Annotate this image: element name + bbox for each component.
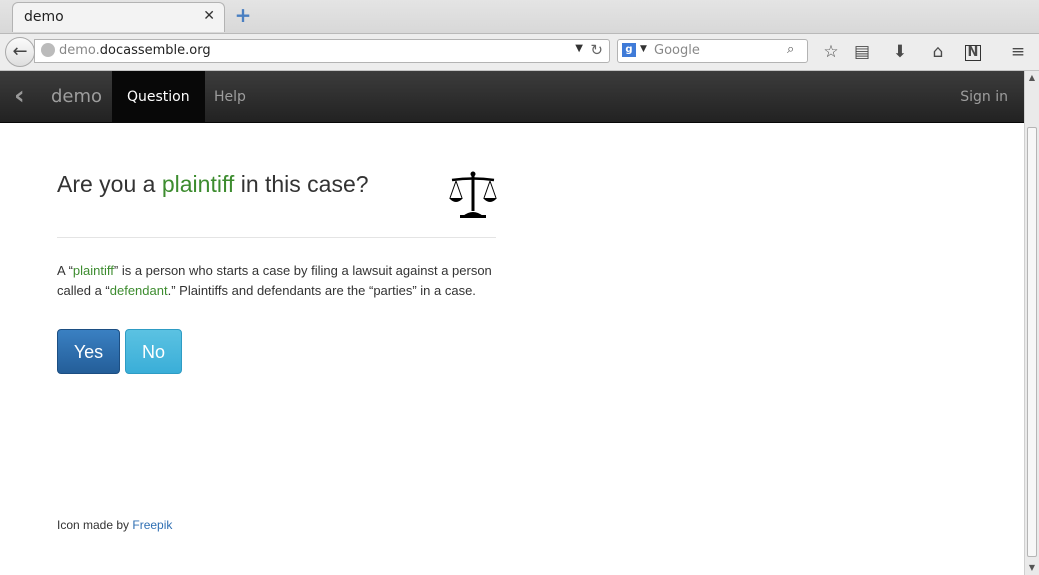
- yes-button[interactable]: Yes: [57, 329, 120, 374]
- browser-tab[interactable]: demo ✕: [12, 2, 225, 32]
- site-navbar: ‹ demo Question Help Sign in: [0, 71, 1024, 123]
- new-tab-icon[interactable]: +: [233, 4, 253, 26]
- home-icon[interactable]: ⌂: [927, 41, 949, 63]
- url-text: demo.docassemble.org: [59, 43, 211, 58]
- browser-toolbar: demo.docassemble.org ▼ ↻ ← g ▼ Google ⌕ …: [0, 34, 1039, 71]
- url-bar[interactable]: demo.docassemble.org ▼ ↻: [34, 39, 610, 63]
- tab-help[interactable]: Help: [199, 71, 261, 122]
- search-bar[interactable]: g ▼ Google ⌕: [617, 39, 808, 63]
- defendant-term-link[interactable]: defendant: [110, 283, 168, 298]
- bookmarks-list-icon[interactable]: ▤: [851, 41, 873, 63]
- reload-icon[interactable]: ↻: [590, 41, 603, 59]
- search-icon[interactable]: ⌕: [787, 42, 803, 58]
- google-icon[interactable]: g: [622, 43, 636, 57]
- divider: [57, 237, 496, 238]
- globe-icon: [41, 43, 55, 57]
- tab-title: demo: [24, 9, 64, 25]
- vertical-scrollbar[interactable]: ▲ ▼: [1024, 71, 1039, 575]
- site-brand[interactable]: demo: [51, 86, 102, 107]
- download-icon[interactable]: ⬇: [889, 41, 911, 63]
- question-description: A “plaintiff” is a person who starts a c…: [57, 263, 492, 298]
- close-tab-icon[interactable]: ✕: [203, 8, 215, 24]
- search-engine-dropdown-icon[interactable]: ▼: [640, 44, 647, 54]
- menu-icon[interactable]: ≡: [1007, 41, 1029, 63]
- page-content: ‹ demo Question Help Sign in Are you a p…: [0, 71, 1024, 575]
- arrow-left-icon: ←: [12, 41, 28, 62]
- url-dropdown-icon[interactable]: ▼: [575, 43, 583, 54]
- question-heading: Are you a plaintiff in this case?: [57, 171, 369, 197]
- extension-n-icon[interactable]: N: [965, 45, 981, 61]
- back-button[interactable]: ←: [5, 37, 35, 67]
- chevron-left-icon[interactable]: ‹: [14, 83, 25, 109]
- plaintiff-term[interactable]: plaintiff: [162, 171, 234, 197]
- scales-of-justice-icon: [449, 171, 497, 218]
- freepik-link[interactable]: Freepik: [132, 518, 172, 532]
- scroll-down-icon[interactable]: ▼: [1025, 561, 1039, 575]
- sign-in-link[interactable]: Sign in: [960, 71, 1008, 124]
- tab-question[interactable]: Question: [112, 71, 205, 122]
- icon-credit: Icon made by Freepik: [57, 518, 173, 532]
- no-button[interactable]: No: [125, 329, 182, 374]
- tab-strip: demo ✕ +: [0, 0, 1039, 34]
- scrollbar-thumb[interactable]: [1027, 127, 1037, 557]
- scroll-up-icon[interactable]: ▲: [1025, 71, 1039, 85]
- search-input[interactable]: Google: [654, 43, 700, 58]
- plaintiff-term-link[interactable]: plaintiff: [73, 263, 114, 278]
- bookmark-star-icon[interactable]: ☆: [820, 41, 842, 63]
